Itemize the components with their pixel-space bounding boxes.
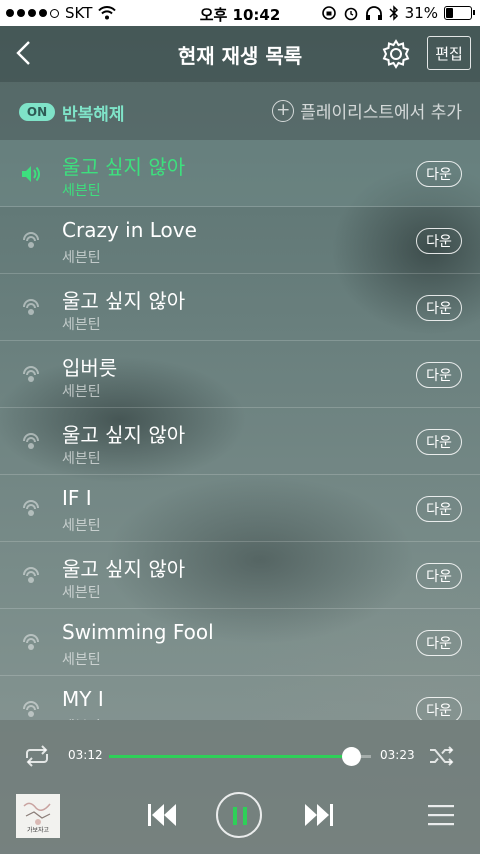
playlist-row[interactable]: Crazy in Love 세븐틴 다운 <box>0 207 480 274</box>
playlist-row[interactable]: 울고 싶지 않아 세븐틴 다운 <box>0 542 480 609</box>
add-from-playlist-button[interactable]: + 플레이리스트에서 추가 <box>272 98 462 123</box>
song-artist: 세븐틴 <box>62 317 101 333</box>
progress-fill <box>109 755 352 758</box>
download-button[interactable]: 다운 <box>416 496 462 522</box>
song-artist: 세븐틴 <box>62 384 101 400</box>
download-button[interactable]: 다운 <box>416 295 462 321</box>
menu-button[interactable] <box>428 803 454 827</box>
download-button[interactable]: 다운 <box>416 697 462 720</box>
gear-icon <box>382 39 410 69</box>
song-title: Crazy in Love <box>62 218 197 242</box>
pause-icon <box>233 807 237 825</box>
header-bar: 현재 재생 목록 편집 <box>0 26 480 82</box>
music-note-icon <box>20 632 42 654</box>
song-title: 울고 싶지 않아 <box>62 155 186 179</box>
download-button[interactable]: 다운 <box>416 429 462 455</box>
next-track-button[interactable] <box>303 802 335 828</box>
shuffle-icon <box>430 746 454 766</box>
status-bar: SKT 오후 10:42 31% <box>0 0 480 26</box>
headphones-icon <box>365 6 382 20</box>
playlist-row[interactable]: Swimming Fool 세븐틴 다운 <box>0 609 480 676</box>
pause-button[interactable] <box>216 792 262 838</box>
download-button[interactable]: 다운 <box>416 362 462 388</box>
song-artist: 세븐틴 <box>62 451 101 467</box>
song-artist: 세븐틴 <box>62 183 101 199</box>
song-artist: 세븐틴 <box>62 652 101 668</box>
repeat-mode-label[interactable]: 반복해제 <box>62 100 125 125</box>
music-note-icon <box>20 498 42 520</box>
repeat-icon <box>26 745 48 767</box>
bluetooth-icon <box>389 5 398 21</box>
album-art[interactable]: 가보자고 <box>16 794 60 838</box>
download-button[interactable]: 다운 <box>416 563 462 589</box>
song-title: IF I <box>62 486 92 510</box>
battery-percent: 31% <box>404 4 438 22</box>
download-button[interactable]: 다운 <box>416 630 462 656</box>
song-title: MY I <box>62 687 104 711</box>
repeat-bar: ON 반복해제 + 플레이리스트에서 추가 <box>0 82 480 140</box>
playlist-row[interactable]: 울고 싶지 않아 세븐틴 다운 <box>0 408 480 475</box>
playlist: 울고 싶지 않아 세븐틴 다운 Crazy in Love 세븐틴 다운 울고 … <box>0 140 480 720</box>
skip-next-icon <box>305 804 333 826</box>
settings-button[interactable] <box>380 38 412 70</box>
repeat-on-toggle[interactable]: ON <box>19 103 55 121</box>
download-button[interactable]: 다운 <box>416 161 462 187</box>
rotation-lock-icon <box>321 6 336 20</box>
progress-thumb[interactable] <box>342 747 362 766</box>
song-artist: 세븐틴 <box>62 518 101 534</box>
music-note-icon <box>20 699 42 720</box>
music-note-icon <box>20 431 42 453</box>
music-note-icon <box>20 297 42 319</box>
mini-player: 03:12 03:23 가보자고 <box>0 720 480 854</box>
playlist-row[interactable]: 울고 싶지 않아 세븐틴 다운 <box>0 274 480 341</box>
current-time: 03:12 <box>68 748 103 762</box>
edit-button[interactable]: 편집 <box>427 36 471 70</box>
battery-icon <box>444 6 475 20</box>
song-artist: 세븐틴 <box>62 250 101 266</box>
music-note-icon <box>20 230 42 252</box>
total-time: 03:23 <box>380 748 415 762</box>
alarm-icon <box>344 7 357 21</box>
playlist-row[interactable]: IF I 세븐틴 다운 <box>0 475 480 542</box>
album-art-title: 가보자고 <box>26 827 50 834</box>
status-icons: 31% <box>321 4 475 22</box>
song-title: 입버릇 <box>62 356 118 380</box>
song-title: Swimming Fool <box>62 620 214 644</box>
progress-slider[interactable] <box>109 747 371 766</box>
playlist-row[interactable]: 입버릇 세븐틴 다운 <box>0 341 480 408</box>
playlist-row[interactable]: MY I 세븐틴 다운 <box>0 676 480 720</box>
now-playing-speaker-icon <box>20 163 42 185</box>
previous-track-button[interactable] <box>146 802 178 828</box>
music-note-icon <box>20 565 42 587</box>
song-title: 울고 싶지 않아 <box>62 557 186 581</box>
playlist-row[interactable]: 울고 싶지 않아 세븐틴 다운 <box>0 140 480 207</box>
hamburger-menu-icon <box>428 805 454 826</box>
song-artist: 세븐틴 <box>62 585 101 601</box>
repeat-button[interactable] <box>22 744 52 768</box>
plus-circle-icon: + <box>272 99 295 122</box>
song-title: 울고 싶지 않아 <box>62 289 186 313</box>
music-note-icon <box>20 364 42 386</box>
add-from-playlist-label: 플레이리스트에서 추가 <box>300 103 462 123</box>
download-button[interactable]: 다운 <box>416 228 462 254</box>
shuffle-button[interactable] <box>428 744 456 768</box>
song-title: 울고 싶지 않아 <box>62 423 186 447</box>
skip-previous-icon <box>148 804 176 826</box>
